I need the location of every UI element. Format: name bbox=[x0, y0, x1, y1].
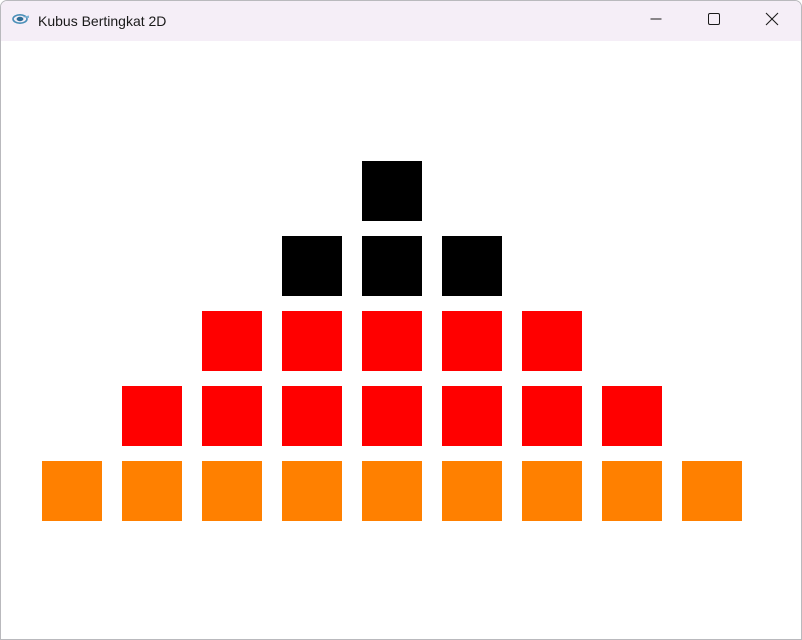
cube-tier-4 bbox=[602, 386, 662, 446]
cube-tier-1 bbox=[362, 161, 422, 221]
cube-tier-2 bbox=[282, 236, 342, 296]
cube-tier-3 bbox=[522, 311, 582, 371]
minimize-button[interactable] bbox=[627, 1, 685, 41]
close-button[interactable] bbox=[743, 1, 801, 41]
cube-tier-2 bbox=[442, 236, 502, 296]
title-bar[interactable]: Kubus Bertingkat 2D bbox=[1, 1, 801, 41]
minimize-icon bbox=[650, 12, 662, 30]
cube-tier-4 bbox=[522, 386, 582, 446]
cube-tier-5 bbox=[122, 461, 182, 521]
cube-tier-5 bbox=[522, 461, 582, 521]
cube-tier-5 bbox=[42, 461, 102, 521]
cube-tier-4 bbox=[282, 386, 342, 446]
app-window: Kubus Bertingkat 2D bbox=[0, 0, 802, 640]
cube-tier-3 bbox=[282, 311, 342, 371]
cube-tier-2 bbox=[362, 236, 422, 296]
cube-tier-3 bbox=[442, 311, 502, 371]
maximize-button[interactable] bbox=[685, 1, 743, 41]
window-title: Kubus Bertingkat 2D bbox=[38, 13, 167, 29]
cube-tier-3 bbox=[202, 311, 262, 371]
cube-tier-5 bbox=[362, 461, 422, 521]
cube-tier-5 bbox=[602, 461, 662, 521]
cube-tier-3 bbox=[362, 311, 422, 371]
maximize-icon bbox=[708, 12, 720, 30]
close-icon bbox=[765, 12, 779, 31]
cube-tier-5 bbox=[682, 461, 742, 521]
cube-tier-5 bbox=[202, 461, 262, 521]
app-logo-icon bbox=[12, 12, 30, 26]
cube-tier-5 bbox=[282, 461, 342, 521]
drawing-canvas bbox=[1, 41, 801, 639]
cube-tier-5 bbox=[442, 461, 502, 521]
cube-tier-4 bbox=[202, 386, 262, 446]
cube-tier-4 bbox=[122, 386, 182, 446]
cube-tier-4 bbox=[362, 386, 422, 446]
cube-tier-4 bbox=[442, 386, 502, 446]
